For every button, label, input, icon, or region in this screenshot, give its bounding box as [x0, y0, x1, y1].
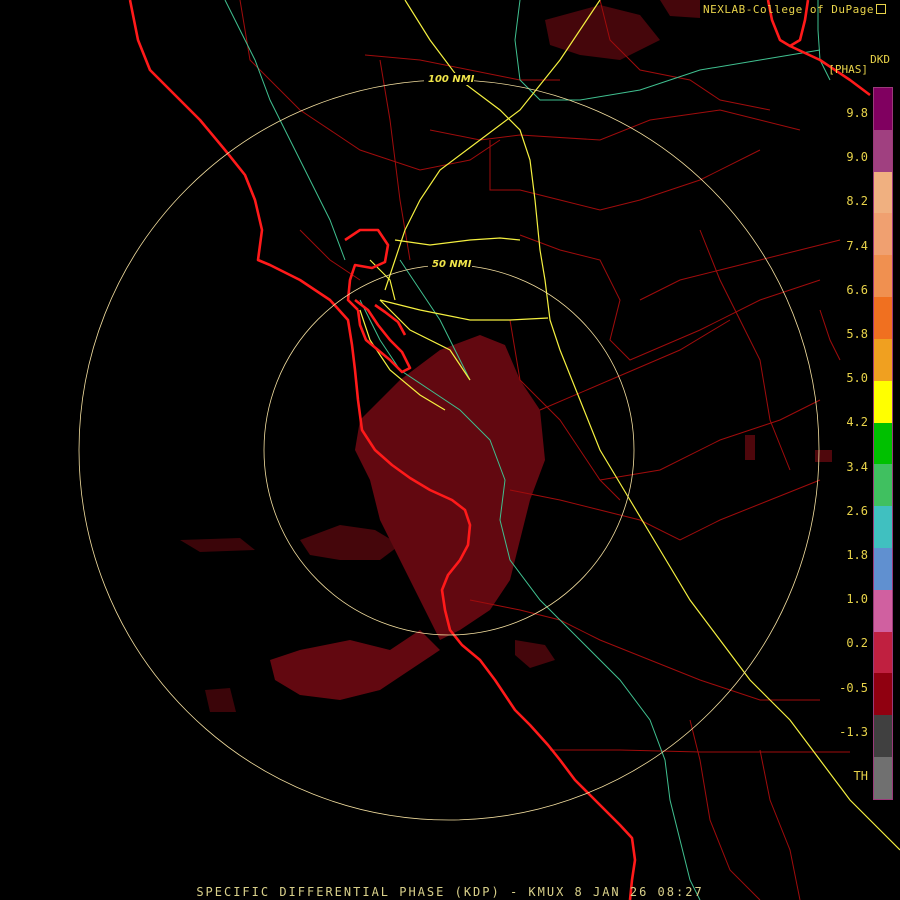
color-scale-segment [874, 589, 892, 632]
color-scale-label: -0.5 [839, 680, 868, 695]
color-scale-segment [874, 338, 892, 381]
product-code: DKD [870, 53, 890, 66]
color-scale-segment [874, 297, 892, 339]
color-scale-label: 3.4 [846, 459, 868, 474]
color-scale-segment [874, 464, 892, 507]
credit-label[interactable]: NEXLAB-College of DuPage [703, 3, 874, 16]
color-scale-label: 6.6 [846, 282, 868, 297]
color-scale-segment [874, 715, 892, 757]
color-scale-label: 4.2 [846, 415, 868, 430]
color-scale-label: 1.8 [846, 548, 868, 562]
color-scale-bar [873, 87, 893, 800]
color-scale-label: 5.0 [846, 371, 868, 386]
color-scale-label: TH [853, 769, 868, 783]
color-scale-segment [874, 129, 892, 172]
units-label: [PHAS] [828, 63, 868, 76]
color-scale-label: 0.2 [846, 636, 868, 651]
color-scale-segment [874, 631, 892, 674]
color-scale-segment [874, 88, 892, 130]
color-scale-segment [874, 547, 892, 590]
color-scale-segment [874, 673, 892, 716]
external-link-icon[interactable] [876, 4, 886, 14]
credit-text[interactable]: NEXLAB-College of DuPage [703, 3, 886, 16]
color-scale-segment [874, 255, 892, 298]
color-scale-label: 7.4 [846, 238, 868, 253]
color-scale-segment [874, 171, 892, 214]
color-scale-segment [874, 506, 892, 548]
color-scale-label: 5.8 [846, 327, 868, 341]
product-caption: SPECIFIC DIFFERENTIAL PHASE (KDP) - KMUX… [196, 885, 704, 899]
color-scale-label: 9.8 [846, 106, 868, 120]
color-scale-label: 1.0 [846, 592, 868, 607]
range-ring-100-label: 100 NMI [428, 74, 475, 85]
color-scale-segment [874, 213, 892, 256]
color-scale-segment [874, 380, 892, 423]
color-scale-segment [874, 757, 892, 799]
radar-map: 100 NMI 50 NMI [0, 0, 900, 900]
color-scale-label: 9.0 [846, 150, 868, 165]
range-ring-50-label: 50 NMI [432, 259, 472, 270]
color-scale-label: 8.2 [846, 194, 868, 209]
color-scale-label: 2.6 [846, 503, 868, 518]
color-scale-label: -1.3 [839, 724, 868, 739]
color-scale-segment [874, 422, 892, 465]
